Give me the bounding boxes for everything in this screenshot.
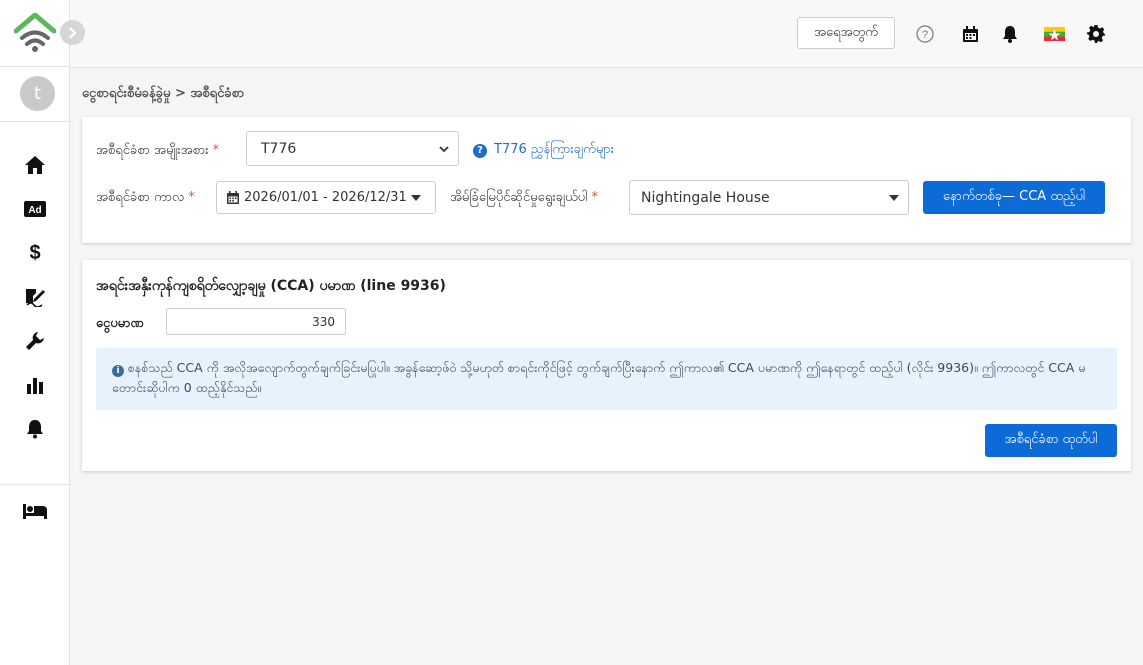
cca-title: အရင်းအနှီးကုန်ကျစရိတ်လျှော့ချမှု (CCA) ပ… (96, 278, 446, 294)
bell-icon[interactable] (22, 418, 48, 440)
required-marker: * (188, 190, 195, 205)
cca-amount-input[interactable]: 330 (166, 308, 346, 335)
report-period-value: 2026/01/01 - 2026/12/31 (244, 190, 407, 205)
settings-gear-icon[interactable] (1086, 24, 1106, 44)
top-header: အရေအတွက် ? (70, 0, 1143, 68)
sidebar-collapse-button[interactable] (60, 20, 85, 45)
property-label-text: အိမ်ခြံမြေပိုင်ဆိုင်မှုရွေးချယ်ပါ (450, 190, 588, 205)
next-add-cca-button[interactable]: နောက်တစ်ခု— CCA ထည့်ပါ (923, 181, 1105, 214)
instructions-link-text: T776 ညွှန်ကြားချက်များ (494, 142, 614, 157)
question-circle-icon: ? (473, 143, 487, 158)
header-action-button[interactable]: အရေအတွက် (797, 17, 895, 49)
property-label: အိမ်ခြံမြေပိုင်ဆိုင်မှုရွေးချယ်ပါ * (450, 189, 598, 208)
info-circle-icon: i (112, 365, 124, 377)
report-type-label: အစီရင်ခံစာ အမျိုးအစား * (96, 142, 219, 161)
avatar-letter: t (33, 83, 42, 104)
home-icon[interactable] (22, 154, 48, 176)
sidebar: t Ad $ (0, 0, 70, 665)
report-period-picker[interactable]: 2026/01/01 - 2026/12/31 (216, 181, 436, 214)
report-type-value: T776 (261, 140, 297, 157)
caret-down-icon (889, 195, 899, 201)
sidebar-divider (0, 484, 70, 485)
amount-label: ငွေပမာဏ (96, 316, 144, 331)
avatar[interactable]: t (20, 76, 55, 111)
caret-down-icon (410, 194, 421, 201)
svg-text:?: ? (922, 29, 928, 41)
report-period-label: အစီရင်ခံစာ ကာလ * (96, 189, 195, 208)
app-logo[interactable] (13, 12, 57, 53)
property-select[interactable]: Nightingale House (629, 180, 909, 215)
wrench-icon[interactable] (22, 330, 48, 352)
chevron-right-icon (68, 26, 77, 39)
dollar-icon[interactable]: $ (22, 242, 48, 264)
cca-info-alert: i စနစ်သည် CCA ကို အလိုအလျောက်တွက်ချက်ခြင်… (96, 348, 1117, 410)
signature-icon[interactable] (22, 286, 48, 308)
report-type-select[interactable]: T776 (246, 131, 459, 166)
help-icon[interactable]: ? (915, 24, 935, 44)
required-marker: * (212, 143, 220, 158)
report-type-label-text: အစီရင်ခံစာ အမျိုးအစား (96, 143, 209, 158)
bed-icon[interactable] (22, 500, 48, 522)
instructions-link[interactable]: ? T776 ညွှန်ကြားချက်များ (473, 141, 614, 160)
sidebar-divider (0, 121, 70, 122)
dollar-icon-label: $ (29, 241, 41, 264)
report-period-label-text: အစီရင်ခံစာ ကာလ (96, 190, 185, 205)
required-marker: * (591, 190, 598, 205)
sidebar-divider (0, 66, 70, 67)
cca-card: အရင်းအနှီးကုန်ကျစရိတ်လျှော့ချမှု (CCA) ပ… (82, 260, 1131, 471)
calendar-icon[interactable] (960, 24, 980, 44)
chevron-down-icon (439, 146, 449, 153)
property-value: Nightingale House (641, 189, 770, 206)
calendar-icon (227, 191, 239, 204)
cca-info-text: စနစ်သည် CCA ကို အလိုအလျောက်တွက်ချက်ခြင်း… (112, 360, 1086, 395)
ad-icon-label: Ad (28, 205, 41, 216)
ad-icon[interactable]: Ad (22, 198, 48, 220)
report-filter-card: အစီရင်ခံစာ အမျိုးအစား * T776 ? T776 ညွှန… (82, 117, 1131, 243)
generate-report-button[interactable]: အစီရင်ခံစာ ထုတ်ပါ (985, 424, 1117, 457)
breadcrumb: ငွေစာရင်းစီမံခန့်ခွဲမှု > အစီရင်ခံစာ (82, 86, 245, 101)
bar-chart-icon[interactable] (22, 374, 48, 396)
notification-bell-icon[interactable] (1000, 24, 1020, 44)
myanmar-flag-icon[interactable] (1043, 24, 1065, 44)
